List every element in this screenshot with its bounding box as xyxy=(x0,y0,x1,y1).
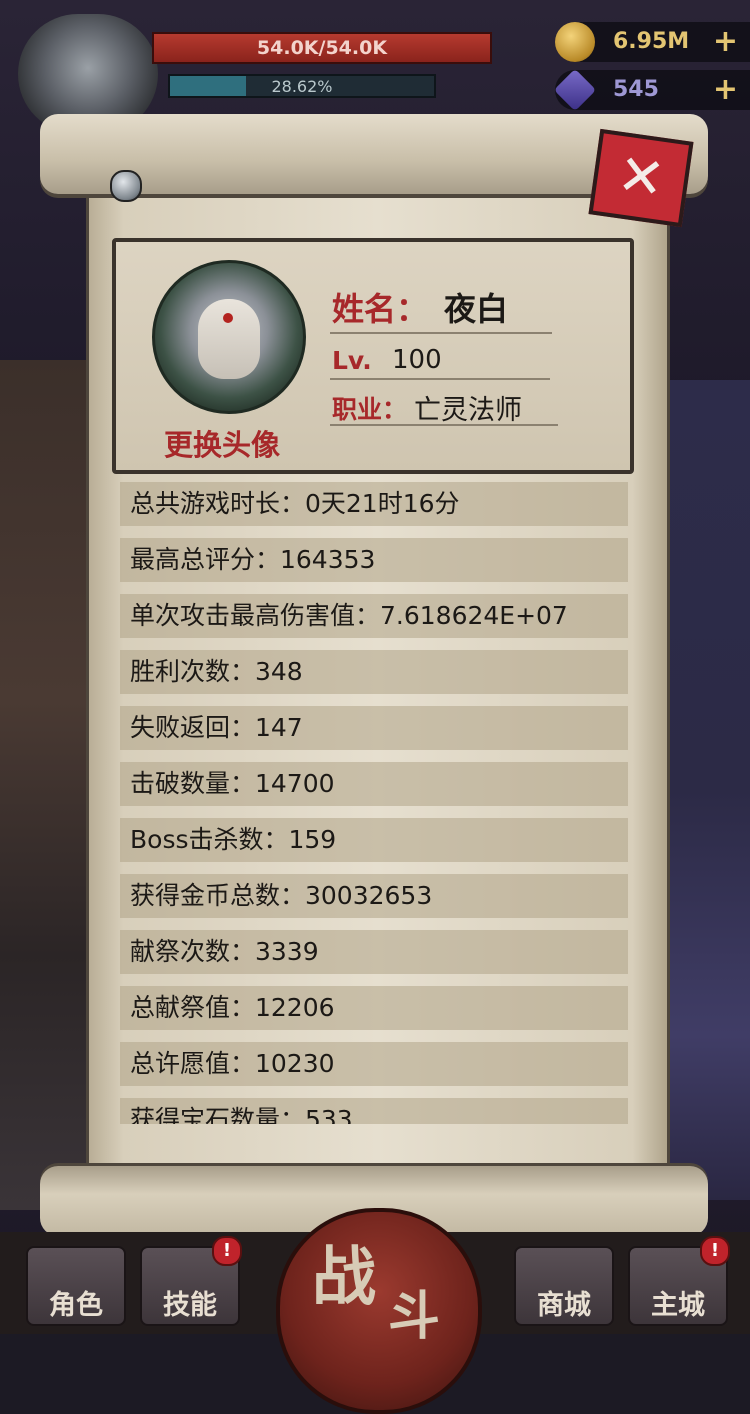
player-name: 夜白 xyxy=(444,290,509,328)
nav-skills-label: 技能 xyxy=(163,1290,217,1321)
pin-icon xyxy=(110,170,142,202)
nav-shop-label: 商城 xyxy=(537,1290,591,1321)
player-level: 100 xyxy=(392,345,442,375)
player-job: 亡灵法师 xyxy=(414,395,522,426)
portrait-face xyxy=(198,299,260,379)
stat-gems-obtained: 获得宝石数量：533 xyxy=(120,1098,628,1124)
hp-bar: 54.0K/54.0K xyxy=(152,32,492,64)
nav-shop-button[interactable]: 商城 xyxy=(514,1246,614,1326)
stat-highest-score: 最高总评分：164353 xyxy=(120,538,628,582)
stat-boss-kills: Boss击杀数：159 xyxy=(120,818,628,862)
gold-counter: 6.95M + xyxy=(555,22,750,62)
stat-total-gold: 获得金币总数：30032653 xyxy=(120,874,628,918)
background-scenery-left xyxy=(0,360,90,1210)
add-gem-button[interactable]: + xyxy=(713,72,738,107)
level-label: Lv. xyxy=(332,346,372,375)
battle-button[interactable] xyxy=(276,1208,482,1414)
stat-play-time: 总共游戏时长：0天21时16分 xyxy=(120,482,628,526)
stats-list[interactable]: 总共游戏时长：0天21时16分 最高总评分：164353 单次攻击最高伤害值：7… xyxy=(120,482,628,1124)
stat-kills: 击破数量：14700 xyxy=(120,762,628,806)
close-button[interactable]: ✕ xyxy=(588,128,694,228)
divider xyxy=(330,332,552,334)
city-alert-badge: ! xyxy=(700,1236,730,1266)
skills-alert-badge: ! xyxy=(212,1236,242,1266)
gem-counter: 545 + xyxy=(553,68,750,112)
gold-coin-icon xyxy=(555,22,595,62)
xp-bar: 28.62% xyxy=(168,74,436,98)
add-gold-button[interactable]: + xyxy=(713,24,738,59)
gold-value: 6.95M xyxy=(613,29,690,54)
hp-text: 54.0K/54.0K xyxy=(256,37,388,59)
portrait-gem-icon xyxy=(223,313,233,323)
character-portrait[interactable] xyxy=(152,260,306,414)
job-label: 职业： xyxy=(332,395,408,424)
divider xyxy=(330,424,558,426)
stat-sacrifice-count: 献祭次数：3339 xyxy=(120,930,628,974)
stat-retreats: 失败返回：147 xyxy=(120,706,628,750)
change-avatar-button[interactable]: 更换头像 xyxy=(164,422,280,464)
divider xyxy=(330,378,550,380)
stat-max-damage: 单次攻击最高伤害值：7.618624E+07 xyxy=(120,594,628,638)
stat-sacrifice-total: 总献祭值：12206 xyxy=(120,986,628,1030)
battle-label-2: 斗 xyxy=(388,1287,441,1347)
nav-city-label: 主城 xyxy=(651,1290,705,1321)
close-icon: ✕ xyxy=(613,142,669,213)
nav-character-button[interactable]: 角色 xyxy=(26,1246,126,1326)
nav-character-label: 角色 xyxy=(49,1290,103,1321)
background-scenery-right xyxy=(660,380,750,1200)
battle-label-1: 战 xyxy=(312,1241,376,1315)
stat-wish-total: 总许愿值：10230 xyxy=(120,1042,628,1086)
stat-wins: 胜利次数：348 xyxy=(120,650,628,694)
gem-value: 545 xyxy=(613,77,659,102)
xp-text: 28.62% xyxy=(271,77,333,96)
name-label: 姓名： xyxy=(332,290,429,328)
